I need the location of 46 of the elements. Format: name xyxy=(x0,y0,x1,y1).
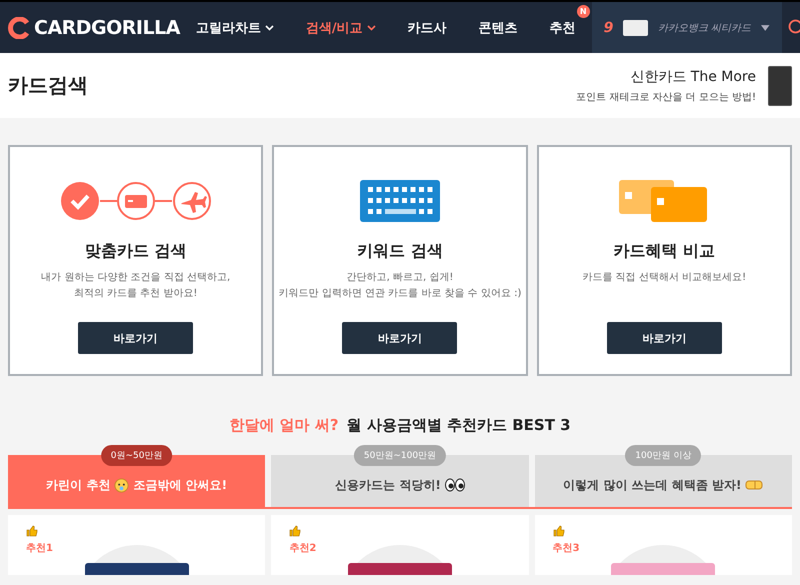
keyboard-icon xyxy=(360,180,440,222)
go-button[interactable]: 바로가기 xyxy=(606,322,722,354)
baby-face-icon xyxy=(114,478,130,492)
card-image-placeholder xyxy=(768,66,792,106)
credit-cards-icon xyxy=(619,180,710,222)
card-title: 키워드 검색 xyxy=(357,241,443,262)
card-description: 카드를 직접 선택해서 비교해보세요! xyxy=(582,271,746,285)
thumbs-up-icon xyxy=(26,525,38,537)
card-thumbnail xyxy=(623,20,648,36)
ranked-card-name: 카카오뱅크 씨티카드 xyxy=(658,22,752,34)
spending-range-pill: 0원~50만원 xyxy=(100,445,173,466)
card-description: 간단하고, 빠르고, 쉽게! xyxy=(346,271,454,285)
recommendation-rank: 추천3 xyxy=(552,542,581,555)
spending-range-pill: 50만원~100만원 xyxy=(354,445,446,466)
new-badge: N xyxy=(576,4,590,18)
page-title: 카드검색 xyxy=(8,72,88,99)
thumbs-up-icon xyxy=(289,525,302,537)
nav-menu-item[interactable]: 검색/비교 xyxy=(290,18,392,36)
tab-label: 카린이 추천 xyxy=(46,476,110,494)
card-description: 내가 원하는 다양한 조건을 직접 선택하고, xyxy=(41,271,230,285)
gorilla-logo-icon xyxy=(8,16,30,38)
nav-menu-item[interactable]: 카드사 xyxy=(392,18,463,36)
tab-label: 신용카드는 적당히! xyxy=(335,476,441,494)
promo-subtitle: 포인트 재테크로 자산을 더 모으는 방법! xyxy=(576,90,756,104)
promo-title[interactable]: 신한카드 The More xyxy=(576,68,756,86)
section-title: 월 사용금액별 추천카드 BEST 3 xyxy=(346,416,571,434)
tab-label: 조금밖에 안써요! xyxy=(133,476,228,494)
nav-menu-item[interactable]: 고릴라차트 xyxy=(180,18,290,36)
go-button[interactable]: 바로가기 xyxy=(78,322,194,354)
rank-number: 9 xyxy=(604,20,614,36)
card-title: 맞춤카드 검색 xyxy=(84,241,186,262)
go-button[interactable]: 바로가기 xyxy=(342,322,458,354)
card-description: 최적의 카드를 추천 받아요! xyxy=(72,287,198,301)
recommendation-rank: 추천1 xyxy=(26,542,54,555)
section-highlight: 한달에 얼마 써? xyxy=(229,416,339,434)
thumbs-up-icon xyxy=(552,525,565,537)
recommendation-rank: 추천2 xyxy=(289,542,318,555)
card-ranking-ticker[interactable]: 9 카카오뱅크 씨티카드 xyxy=(592,2,782,53)
eyes-icon xyxy=(444,478,465,492)
tab-label: 이렇게 많이 쓰는데 혜택좀 받자! xyxy=(563,476,742,494)
nav-menu-item[interactable]: 콘텐츠 xyxy=(462,18,534,36)
dropdown-triangle-icon xyxy=(761,24,770,30)
brand-logo-text[interactable]: CARDGORILLA xyxy=(34,16,180,38)
card-description: 키워드만 입력하면 연관 카드를 바로 찾을 수 있어요 :) xyxy=(278,287,522,301)
card-title: 카드혜택 비교 xyxy=(614,241,716,262)
spending-range-pill: 100만원 이상 xyxy=(625,445,702,466)
